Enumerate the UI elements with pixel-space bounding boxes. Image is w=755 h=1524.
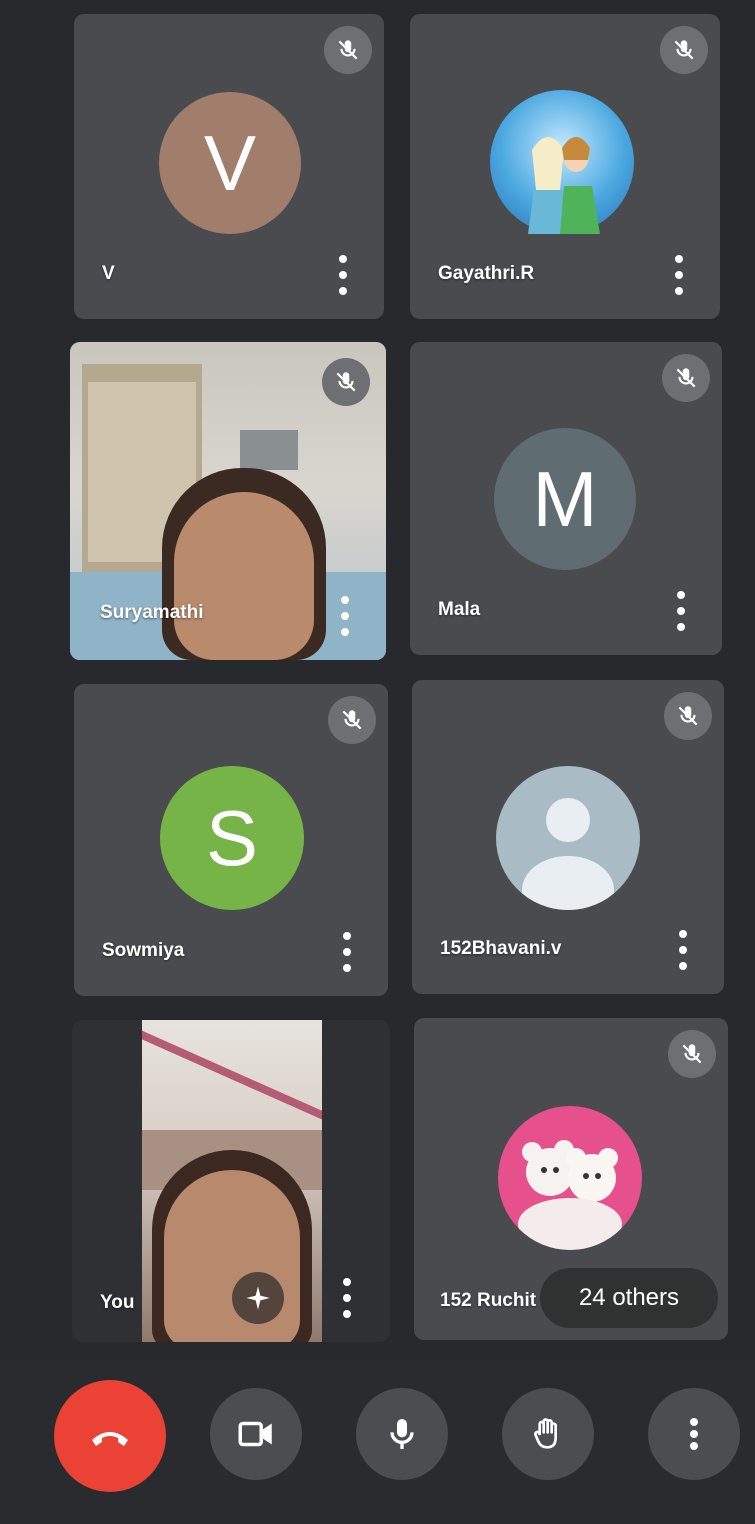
participant-tile-v[interactable]: V V bbox=[74, 14, 384, 319]
participant-tile-gayathri[interactable]: Gayathri.R bbox=[410, 14, 720, 319]
meeting-grid: V V Gayathri.R Suryamathi M Mala S Sowmi… bbox=[0, 0, 755, 1524]
avatar bbox=[498, 1106, 642, 1250]
others-count-badge[interactable]: 24 others bbox=[540, 1268, 718, 1328]
video-camera-icon bbox=[238, 1421, 272, 1447]
mic-off-icon bbox=[668, 1030, 716, 1078]
mic-off-icon bbox=[662, 354, 710, 402]
mic-off-icon bbox=[324, 26, 372, 74]
participant-name: 152Bhavani.v bbox=[440, 938, 562, 959]
end-call-button[interactable] bbox=[54, 1380, 166, 1492]
call-controls-bar bbox=[0, 1360, 755, 1524]
participant-name: V bbox=[102, 263, 115, 284]
avatar: M bbox=[494, 428, 636, 570]
more-vert-icon[interactable] bbox=[340, 1278, 354, 1318]
more-vert-icon bbox=[690, 1418, 698, 1450]
microphone-icon bbox=[390, 1419, 414, 1449]
participant-tile-mala[interactable]: M Mala bbox=[410, 342, 722, 655]
more-vert-icon[interactable] bbox=[676, 930, 690, 970]
more-vert-icon[interactable] bbox=[672, 255, 686, 295]
sparkle-effects-icon[interactable] bbox=[232, 1272, 284, 1324]
mic-off-icon bbox=[660, 26, 708, 74]
mic-off-icon bbox=[322, 358, 370, 406]
avatar: V bbox=[159, 92, 301, 234]
more-vert-icon[interactable] bbox=[340, 932, 354, 972]
raise-hand-icon bbox=[534, 1418, 557, 1449]
participant-name: 152 Ruchit bbox=[440, 1290, 537, 1311]
raise-hand-button[interactable] bbox=[502, 1388, 594, 1480]
participant-tile-sowmiya[interactable]: S Sowmiya bbox=[74, 684, 388, 996]
camera-toggle-button[interactable] bbox=[210, 1388, 302, 1480]
participant-tile-you[interactable]: You bbox=[72, 1020, 390, 1342]
participant-tile-suryamathi[interactable]: Suryamathi bbox=[70, 342, 386, 660]
avatar: S bbox=[160, 766, 304, 910]
participant-name: Suryamathi bbox=[100, 602, 204, 623]
more-options-button[interactable] bbox=[648, 1388, 740, 1480]
participant-name: You bbox=[100, 1292, 135, 1313]
participant-tile-bhavani[interactable]: 152Bhavani.v bbox=[412, 680, 724, 994]
participant-name: Mala bbox=[438, 599, 481, 620]
more-vert-icon[interactable] bbox=[336, 255, 350, 295]
mic-off-icon bbox=[328, 696, 376, 744]
participant-name: Gayathri.R bbox=[438, 263, 535, 284]
mic-off-icon bbox=[664, 692, 712, 740]
avatar bbox=[490, 90, 634, 234]
more-vert-icon[interactable] bbox=[674, 591, 688, 631]
microphone-toggle-button[interactable] bbox=[356, 1388, 448, 1480]
default-user-icon bbox=[496, 766, 640, 910]
participant-name: Sowmiya bbox=[102, 940, 185, 961]
call-end-icon bbox=[92, 1432, 128, 1446]
more-vert-icon[interactable] bbox=[338, 596, 352, 636]
